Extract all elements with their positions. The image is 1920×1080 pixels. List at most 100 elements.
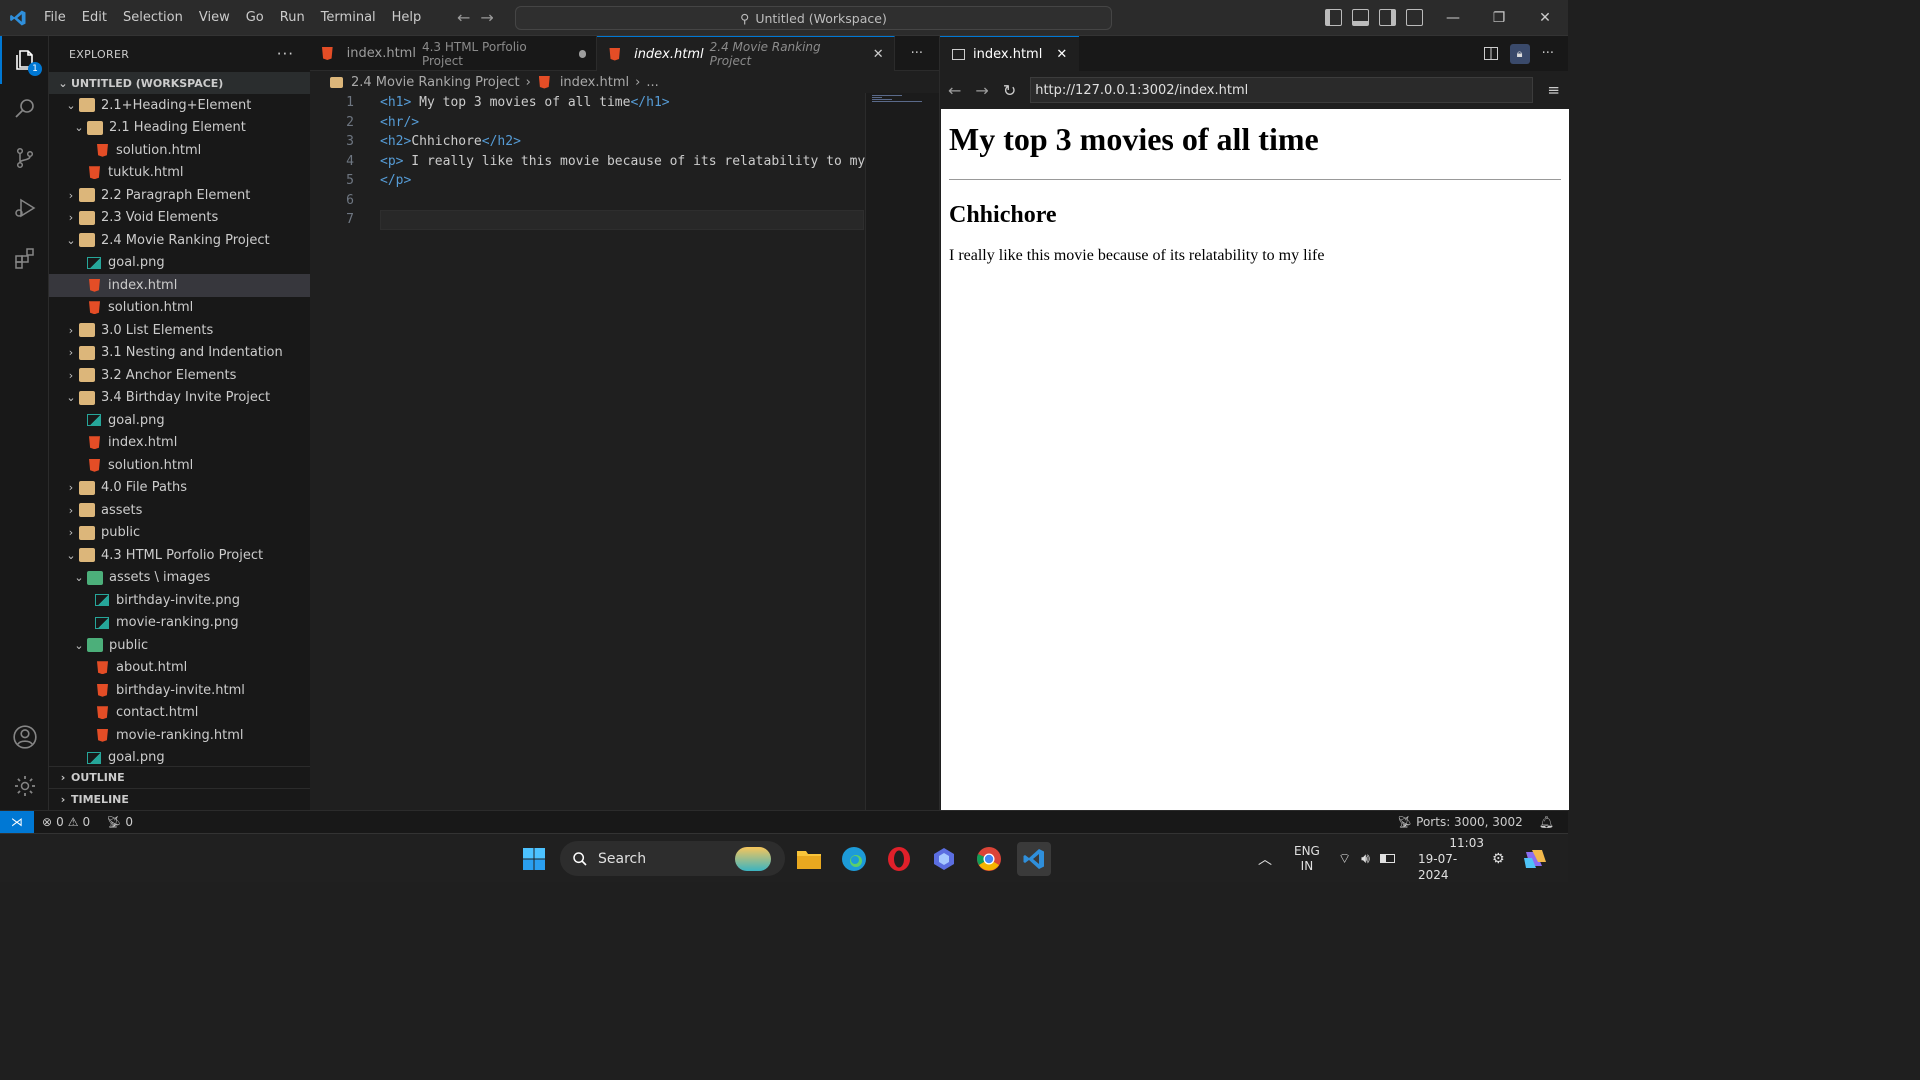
tree-file[interactable]: about.html [49, 657, 310, 680]
tree-folder[interactable]: › 2.2 Paragraph Element [49, 184, 310, 207]
more-actions-icon[interactable]: ··· [277, 45, 294, 63]
menu-terminal[interactable]: Terminal [313, 0, 384, 36]
tree-folder[interactable]: › 2.3 Void Elements [49, 207, 310, 230]
problems-indicator[interactable]: ⊗ 0 ⚠ 0 [34, 815, 98, 829]
tree-folder[interactable]: ⌄ 2.1+Heading+Element [49, 94, 310, 117]
menu-view[interactable]: View [191, 0, 238, 36]
more-actions-icon[interactable]: ··· [1542, 46, 1554, 61]
code-line[interactable]: 5 </p> [310, 171, 865, 191]
forward-arrow-icon[interactable]: → [975, 81, 988, 100]
tree-file[interactable]: contact.html [49, 702, 310, 725]
tree-file[interactable]: solution.html [49, 297, 310, 320]
toggle-panel-icon[interactable] [1352, 9, 1369, 26]
code-line[interactable]: 4 <p> I really like this movie because of… [310, 152, 865, 172]
vscode-taskbar-icon[interactable] [1017, 842, 1051, 876]
tree-file[interactable]: goal.png [49, 409, 310, 432]
code-editor[interactable]: 1 <h1> My top 3 movies of all time</h1> 2 <… [310, 93, 865, 810]
copilot-app-icon[interactable] [927, 842, 961, 876]
tree-file[interactable]: movie-ranking.html [49, 724, 310, 747]
close-icon[interactable]: ✕ [1522, 0, 1568, 36]
menu-selection[interactable]: Selection [115, 0, 191, 36]
menu-help[interactable]: Help [384, 0, 430, 36]
windows-start-icon[interactable] [517, 842, 551, 876]
ports-indicator[interactable]: 📡︎ Ports: 3000, 3002 [1389, 815, 1531, 829]
code-line[interactable]: 1 <h1> My top 3 movies of all time</h1> [310, 93, 865, 113]
breadcrumb-file[interactable]: index.html [560, 75, 629, 90]
file-explorer-icon[interactable] [792, 842, 826, 876]
tree-file[interactable]: goal.png [49, 252, 310, 275]
search-icon[interactable] [0, 84, 49, 132]
menu-go[interactable]: Go [238, 0, 272, 36]
tree-file[interactable]: index.html [49, 432, 310, 455]
outline-section[interactable]: › OUTLINE [49, 766, 310, 788]
breadcrumb-folder[interactable]: 2.4 Movie Ranking Project [351, 75, 520, 90]
back-arrow-icon[interactable]: ← [457, 8, 470, 27]
menu-run[interactable]: Run [272, 0, 313, 36]
code-line[interactable]: 2 <hr/> [310, 113, 865, 133]
tree-folder[interactable]: › 3.0 List Elements [49, 319, 310, 342]
source-control-icon[interactable] [0, 134, 49, 182]
accounts-icon[interactable] [0, 713, 49, 761]
split-editor-icon[interactable] [1483, 47, 1498, 60]
url-input[interactable]: http://127.0.0.1:3002/index.html [1030, 77, 1534, 103]
forward-arrow-icon[interactable]: → [480, 8, 493, 27]
code-line[interactable]: 3 <h2>Chhichore</h2> [310, 132, 865, 152]
tree-folder[interactable]: ⌄ assets \ images [49, 567, 310, 590]
system-tray-icons[interactable]: ⌔ 🔊︎ [1338, 834, 1395, 883]
tree-folder[interactable]: › 3.1 Nesting and Indentation [49, 342, 310, 365]
remote-indicator-icon[interactable]: ⋊ [0, 810, 34, 834]
editor-more-actions-icon[interactable]: ··· [895, 36, 939, 70]
clock[interactable]: 11:03 19-07-2024 [1418, 834, 1484, 883]
menu-file[interactable]: File [36, 0, 74, 36]
restore-icon[interactable]: ❐ [1476, 0, 1522, 36]
extensions-icon[interactable] [0, 234, 49, 282]
ports-forwarded-indicator[interactable]: 📡︎ 0 [98, 815, 141, 829]
tree-folder[interactable]: ⌄ public [49, 634, 310, 657]
run-debug-icon[interactable] [0, 184, 49, 232]
menu-edit[interactable]: Edit [74, 0, 115, 36]
breadcrumb-symbols[interactable]: ... [646, 75, 658, 90]
minimize-icon[interactable]: — [1430, 0, 1476, 36]
tree-folder[interactable]: ⌄ 2.4 Movie Ranking Project [49, 229, 310, 252]
lock-icon[interactable]: 🔒︎ [1509, 43, 1530, 64]
tree-folder[interactable]: › 4.0 File Paths [49, 477, 310, 500]
toggle-secondary-sidebar-icon[interactable] [1379, 9, 1396, 26]
notification-center-icon[interactable]: ⚙ [1492, 834, 1505, 883]
tree-folder[interactable]: ⌄ 3.4 Birthday Invite Project [49, 387, 310, 410]
tree-file[interactable]: solution.html [49, 139, 310, 162]
edge-browser-icon[interactable] [837, 842, 871, 876]
code-line[interactable]: 6 [310, 191, 865, 211]
toggle-primary-sidebar-icon[interactable] [1325, 9, 1342, 26]
tree-folder[interactable]: › 3.2 Anchor Elements [49, 364, 310, 387]
tab-index-movie-ranking[interactable]: index.html 2.4 Movie Ranking Project ✕ [597, 36, 895, 71]
tree-folder[interactable]: ⌄ 4.3 HTML Porfolio Project [49, 544, 310, 567]
tree-file[interactable]: index.html [49, 274, 310, 297]
minimap[interactable] [865, 93, 939, 810]
code-line[interactable]: 7 [310, 210, 865, 230]
browser-menu-icon[interactable]: ≡ [1547, 81, 1560, 99]
close-tab-icon[interactable]: ✕ [1056, 47, 1067, 62]
chrome-browser-icon[interactable] [972, 842, 1006, 876]
command-center[interactable]: ⚲ Untitled (Workspace) [515, 6, 1112, 30]
tree-file[interactable]: solution.html [49, 454, 310, 477]
tree-folder[interactable]: › assets [49, 499, 310, 522]
browser-tab[interactable]: index.html ✕ [940, 36, 1080, 71]
tree-file[interactable]: birthday-invite.html [49, 679, 310, 702]
unsaved-dot-icon[interactable] [578, 49, 587, 58]
back-arrow-icon[interactable]: ← [948, 81, 961, 100]
close-tab-icon[interactable]: ✕ [873, 47, 884, 62]
tree-file[interactable]: birthday-invite.png [49, 589, 310, 612]
copilot-pre-icon[interactable] [1522, 834, 1548, 883]
tree-folder[interactable]: › public [49, 522, 310, 545]
explorer-icon[interactable]: 1 [0, 36, 49, 84]
opera-browser-icon[interactable] [882, 842, 916, 876]
show-hidden-icons[interactable]: ︿ [1258, 834, 1272, 883]
workspace-header[interactable]: ⌄ UNTITLED (WORKSPACE) [49, 72, 310, 94]
customize-layout-icon[interactable] [1406, 9, 1423, 26]
settings-gear-icon[interactable] [0, 762, 49, 810]
tab-index-portfolio[interactable]: index.html 4.3 HTML Porfolio Project [310, 36, 598, 71]
taskbar-search-box[interactable]: Search [560, 841, 785, 876]
reload-icon[interactable]: ↻ [1003, 81, 1016, 100]
language-indicator[interactable]: ENG IN [1294, 834, 1320, 883]
tree-file[interactable]: tuktuk.html [49, 162, 310, 185]
